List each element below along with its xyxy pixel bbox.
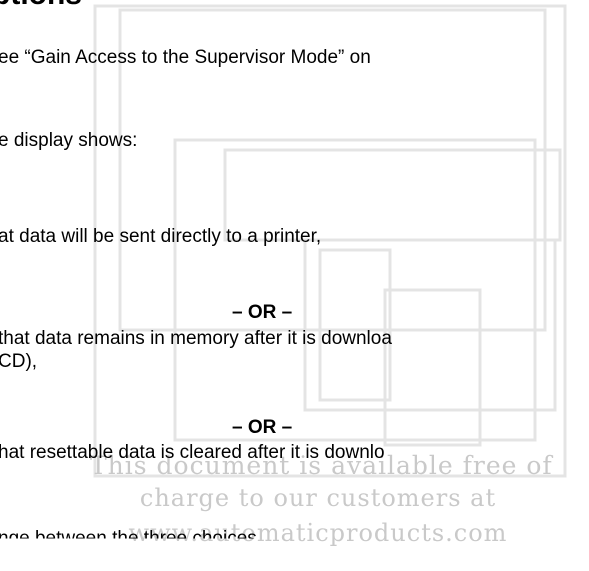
option-print-direct: at data will be sent directly to a print… <box>0 226 322 247</box>
option-retain-memory-cont: CD), <box>0 351 38 372</box>
or-separator: – OR – <box>232 302 293 323</box>
instruction-gain-access: ee “Gain Access to the Supervisor Mode” … <box>0 47 371 68</box>
instruction-display-shows: e display shows: <box>0 130 138 151</box>
watermark-text-customers: charge to our customers at <box>139 484 497 512</box>
option-clear-resettable: hat resettable data is cleared after it … <box>0 442 385 463</box>
option-retain-memory: that data remains in memory after it is … <box>0 328 392 349</box>
section-heading: ptions <box>0 0 82 12</box>
or-separator: – OR – <box>232 417 293 438</box>
